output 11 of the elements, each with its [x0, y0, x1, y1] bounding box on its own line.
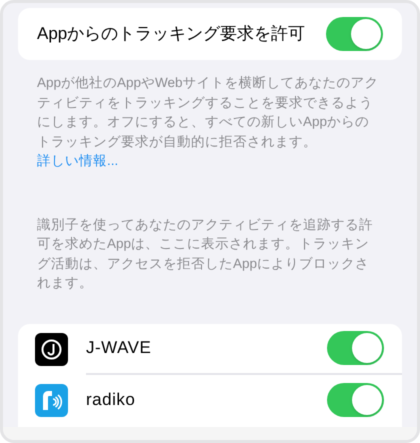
description-text: Appが他社のAppやWebサイトを横断してあなたのアクティビティをトラッキングすることを要求できるようにします。オフにすると、すべての新しいAppからのトラッキング要求が自動的に拒否されます。 詳しい情報...: [37, 74, 380, 170]
learn-more-link[interactable]: 詳しい情報...: [37, 153, 118, 168]
radio-wave-icon: [35, 384, 68, 416]
ring-logo-icon: [35, 332, 68, 366]
apps-note-text: 識別子を使ってあなたのアクティビティを追跡する許可を求めたAppは、ここに表示されます。トラッキング活動は、アクセスを拒否したAppによりブロックされます。: [37, 216, 374, 292]
toggle-switch[interactable]: [327, 331, 384, 365]
toggle-switch[interactable]: [326, 17, 383, 51]
setting-label: Appからのトラッキング要求を許可: [37, 23, 306, 45]
toggle-switch[interactable]: [327, 383, 384, 417]
app-name: J-WAVE: [86, 337, 152, 360]
app-name: radiko: [86, 389, 136, 412]
